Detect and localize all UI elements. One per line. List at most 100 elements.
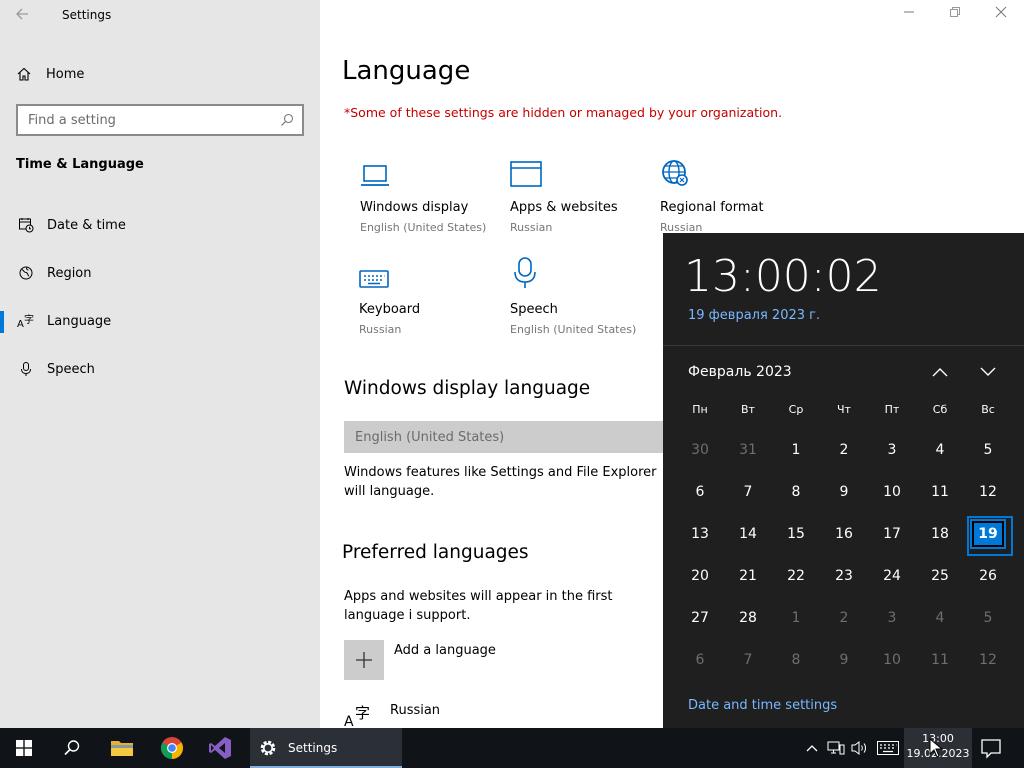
calendar-day-number: 12 xyxy=(979,652,997,668)
calendar-day[interactable]: 8 xyxy=(772,639,820,681)
network-tray-icon[interactable] xyxy=(826,738,846,758)
calendar-day[interactable]: 12 xyxy=(964,471,1012,513)
calendar-day[interactable]: 20 xyxy=(676,555,724,597)
svg-text:A: A xyxy=(17,319,24,329)
calendar-day[interactable]: 7 xyxy=(724,471,772,513)
calendar-day[interactable]: 16 xyxy=(820,513,868,555)
calendar-day[interactable]: 13 xyxy=(676,513,724,555)
chevron-up-icon xyxy=(932,368,948,377)
globe-icon xyxy=(16,265,36,281)
touch-keyboard-button[interactable] xyxy=(876,738,900,758)
flyout-date[interactable]: 19 февраля 2023 г. xyxy=(688,308,820,323)
calendar-day[interactable]: 22 xyxy=(772,555,820,597)
taskbar-file-explorer[interactable] xyxy=(98,728,146,768)
calendar-day[interactable]: 4 xyxy=(916,429,964,471)
speaker-icon xyxy=(851,741,866,755)
close-button[interactable] xyxy=(990,6,1012,26)
calendar-day[interactable]: 11 xyxy=(916,639,964,681)
tile-apps-websites[interactable]: Apps & websites Russian xyxy=(510,152,660,234)
calendar-day-number: 12 xyxy=(979,484,997,500)
tile-title: Speech xyxy=(510,302,558,317)
calendar-month-label[interactable]: Февраль 2023 xyxy=(688,364,792,380)
calendar-day[interactable]: 25 xyxy=(916,555,964,597)
calendar-day[interactable]: 18 xyxy=(916,513,964,555)
calendar-day[interactable]: 21 xyxy=(724,555,772,597)
calendar-day-today[interactable]: 19 xyxy=(964,513,1013,556)
calendar-day[interactable]: 24 xyxy=(868,555,916,597)
tile-regional-format[interactable]: Regional format Russian xyxy=(660,152,810,234)
calendar-day[interactable]: 10 xyxy=(868,471,916,513)
taskbar-visual-studio[interactable] xyxy=(196,728,244,768)
calendar-day[interactable]: 2 xyxy=(820,597,868,639)
calendar-day[interactable]: 23 xyxy=(820,555,868,597)
back-button[interactable] xyxy=(14,6,34,26)
maximize-button[interactable] xyxy=(944,6,966,26)
taskbar-settings-app[interactable]: Settings xyxy=(250,728,402,768)
calendar-day[interactable]: 10 xyxy=(868,639,916,681)
tile-speech[interactable]: Speech English (United States) xyxy=(510,254,660,336)
home-link[interactable]: Home xyxy=(16,64,306,84)
tile-windows-display[interactable]: Windows display English (United States) xyxy=(360,152,510,234)
calendar-day[interactable]: 9 xyxy=(820,471,868,513)
previous-month-button[interactable] xyxy=(928,361,952,383)
sidebar-item-language[interactable]: A字 Language xyxy=(0,303,320,339)
calendar-day[interactable]: 12 xyxy=(964,639,1012,681)
page-title: Language xyxy=(342,56,471,86)
show-hidden-icons-button[interactable] xyxy=(802,738,822,758)
next-month-button[interactable] xyxy=(976,361,1000,383)
sidebar-item-label: Region xyxy=(47,265,92,281)
calendar-day[interactable]: 3 xyxy=(868,597,916,639)
calendar-day[interactable]: 6 xyxy=(676,639,724,681)
calendar-day[interactable]: 28 xyxy=(724,597,772,639)
tile-keyboard[interactable]: Keyboard Russian xyxy=(359,254,509,336)
sidebar-item-date-time[interactable]: Date & time xyxy=(0,207,320,243)
calendar-day[interactable]: 2 xyxy=(820,429,868,471)
search-placeholder: Find a setting xyxy=(28,112,116,128)
calendar-day[interactable]: 27 xyxy=(676,597,724,639)
calendar-day[interactable]: 3 xyxy=(868,429,916,471)
calendar-day[interactable]: 1 xyxy=(772,429,820,471)
calendar-day[interactable]: 8 xyxy=(772,471,820,513)
taskbar-search-button[interactable] xyxy=(48,728,96,768)
calendar-day-number: 5 xyxy=(983,610,993,626)
calendar-day[interactable]: 7 xyxy=(724,639,772,681)
calendar-day[interactable]: 31 xyxy=(724,429,772,471)
volume-tray-icon[interactable] xyxy=(850,738,870,758)
sidebar-item-speech[interactable]: Speech xyxy=(0,351,320,387)
sidebar-item-label: Speech xyxy=(47,361,95,377)
calendar-day[interactable]: 9 xyxy=(820,639,868,681)
home-label: Home xyxy=(46,66,85,82)
calendar-day[interactable]: 30 xyxy=(676,429,724,471)
calendar-day[interactable]: 6 xyxy=(676,471,724,513)
notification-icon xyxy=(981,739,1001,759)
calendar-day-number: 4 xyxy=(935,610,945,626)
calendar-day[interactable]: 14 xyxy=(724,513,772,555)
home-icon xyxy=(17,67,31,81)
search-icon[interactable] xyxy=(280,113,294,127)
calendar-day[interactable]: 1 xyxy=(772,597,820,639)
calendar-day[interactable]: 17 xyxy=(868,513,916,555)
search-input[interactable]: Find a setting xyxy=(16,104,304,136)
calendar-day[interactable]: 15 xyxy=(772,513,820,555)
calendar-day[interactable]: 5 xyxy=(964,429,1012,471)
language-item-russian[interactable]: A字 Russian xyxy=(344,702,440,728)
add-language-label: Add a language xyxy=(394,643,496,658)
preferred-languages-heading: Preferred languages xyxy=(342,542,529,563)
calendar-day-number: 22 xyxy=(787,568,805,584)
tile-title: Keyboard xyxy=(359,302,421,317)
language-icon: A字 xyxy=(344,702,376,728)
taskbar-chrome[interactable] xyxy=(148,728,196,768)
sidebar-item-region[interactable]: Region xyxy=(0,255,320,291)
calendar-day[interactable]: 26 xyxy=(964,555,1012,597)
calendar-day[interactable]: 5 xyxy=(964,597,1012,639)
calendar-day[interactable]: 11 xyxy=(916,471,964,513)
date-time-settings-link[interactable]: Date and time settings xyxy=(688,698,837,713)
microphone-icon xyxy=(16,361,36,377)
calendar-day-number: 16 xyxy=(835,526,853,542)
calendar-day-number: 27 xyxy=(691,610,709,626)
action-center-button[interactable] xyxy=(980,737,1002,759)
add-language-button[interactable]: Add a language xyxy=(344,640,496,680)
start-button[interactable] xyxy=(0,728,48,768)
calendar-day[interactable]: 4 xyxy=(916,597,964,639)
minimize-button[interactable] xyxy=(898,6,920,26)
